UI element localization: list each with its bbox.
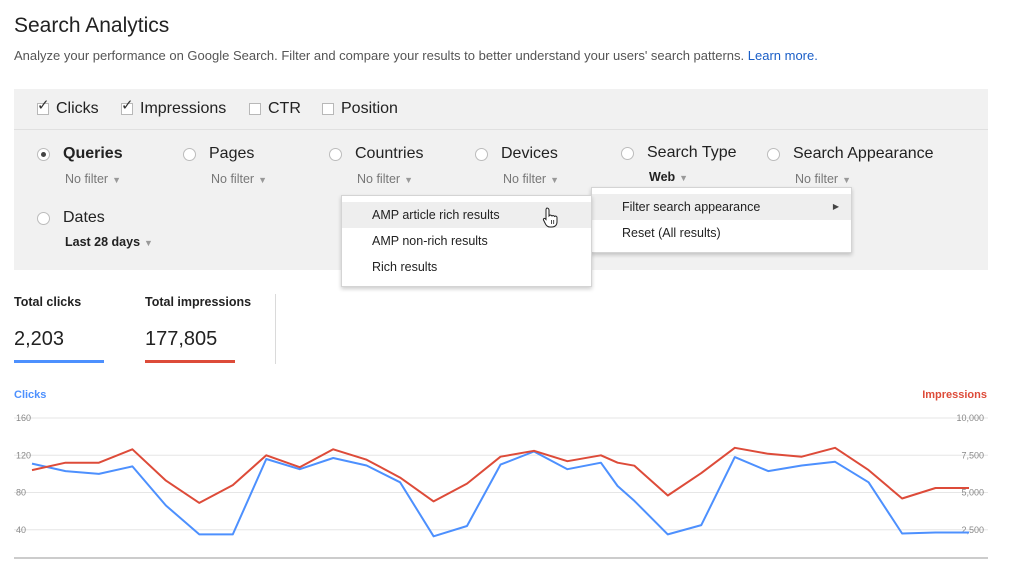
search-appearance-filter-dropdown[interactable]: No filter ▼ bbox=[795, 172, 851, 186]
metric-impressions-label: Impressions bbox=[140, 100, 227, 117]
dimension-queries[interactable]: Queries bbox=[37, 145, 123, 163]
dimension-search-appearance-label: Search Appearance bbox=[793, 145, 934, 162]
hand-cursor-icon bbox=[542, 207, 558, 228]
chevron-down-icon: ▼ bbox=[404, 174, 413, 185]
left-tick-label: 120 bbox=[16, 450, 31, 460]
queries-filter-value: No filter bbox=[65, 172, 109, 186]
devices-filter-value: No filter bbox=[503, 172, 547, 186]
radio-countries[interactable] bbox=[329, 147, 342, 161]
left-tick-label: 160 bbox=[16, 413, 31, 423]
metric-ctr-label: CTR bbox=[268, 100, 301, 117]
dates-filter-value: Last 28 days bbox=[65, 235, 141, 249]
radio-search-type[interactable] bbox=[621, 146, 634, 160]
dimension-dates-label: Dates bbox=[63, 209, 105, 226]
series-line-impressions bbox=[31, 446, 969, 504]
countries-filter-value: No filter bbox=[357, 172, 401, 186]
left-tick-label: 80 bbox=[16, 488, 26, 498]
dimension-dates[interactable]: Dates bbox=[37, 209, 105, 227]
search-type-filter-dropdown[interactable]: Web ▼ bbox=[649, 170, 688, 184]
submenu-item-rich-results[interactable]: Rich results bbox=[342, 254, 591, 280]
page-title: Search Analytics bbox=[14, 14, 170, 37]
description-text: Analyze your performance on Google Searc… bbox=[14, 48, 745, 63]
metric-impressions-checkbox[interactable]: ✓ Impressions bbox=[121, 98, 227, 118]
dimension-search-type[interactable]: Search Type bbox=[621, 144, 737, 162]
series-line-clicks bbox=[31, 450, 969, 538]
metric-ctr-checkbox[interactable]: CTR bbox=[249, 100, 301, 118]
filter-search-appearance-label: Filter search appearance bbox=[622, 200, 761, 214]
dimension-pages[interactable]: Pages bbox=[183, 145, 254, 163]
checkbox-ctr[interactable] bbox=[249, 103, 261, 115]
menu-item-reset[interactable]: Reset (All results) bbox=[592, 220, 851, 246]
metric-clicks-label: Clicks bbox=[56, 100, 99, 117]
checkbox-impressions[interactable]: ✓ bbox=[121, 98, 134, 115]
radio-dates[interactable] bbox=[37, 211, 50, 225]
menu-item-filter-search-appearance[interactable]: Filter search appearance ▶ bbox=[592, 194, 851, 220]
learn-more-link[interactable]: Learn more. bbox=[748, 48, 818, 63]
search-appearance-filter-value: No filter bbox=[795, 172, 839, 186]
rich-results-label: Rich results bbox=[372, 260, 438, 274]
chevron-down-icon: ▼ bbox=[842, 174, 851, 185]
radio-search-appearance[interactable] bbox=[767, 147, 780, 161]
dates-filter-dropdown[interactable]: Last 28 days ▼ bbox=[65, 235, 153, 249]
devices-filter-dropdown[interactable]: No filter ▼ bbox=[503, 172, 559, 186]
dimension-queries-label: Queries bbox=[63, 145, 123, 162]
radio-pages[interactable] bbox=[183, 147, 196, 161]
chevron-down-icon: ▼ bbox=[144, 237, 153, 248]
search-type-filter-value: Web bbox=[649, 170, 676, 184]
queries-filter-dropdown[interactable]: No filter ▼ bbox=[65, 172, 121, 186]
chevron-down-icon: ▼ bbox=[112, 174, 121, 185]
page-description: Analyze your performance on Google Searc… bbox=[14, 48, 818, 63]
totals-divider bbox=[275, 294, 276, 364]
countries-filter-dropdown[interactable]: No filter ▼ bbox=[357, 172, 413, 186]
total-clicks-value: 2,203 bbox=[14, 328, 65, 350]
metric-position-label: Position bbox=[341, 100, 398, 117]
submenu-arrow-icon: ▶ bbox=[832, 202, 839, 211]
radio-devices[interactable] bbox=[475, 147, 488, 161]
amp-article-rich-results-label: AMP article rich results bbox=[372, 208, 500, 222]
submenu-item-amp-non-rich-results[interactable]: AMP non-rich results bbox=[342, 228, 591, 254]
chevron-down-icon: ▼ bbox=[550, 174, 559, 185]
reset-label: Reset (All results) bbox=[622, 226, 721, 240]
dimension-search-appearance[interactable]: Search Appearance bbox=[767, 145, 934, 163]
total-impressions-label: Total impressions bbox=[145, 295, 252, 309]
chevron-down-icon: ▼ bbox=[258, 174, 267, 185]
line-chart: 160120804010,0007,5005,0002,500 bbox=[14, 413, 988, 559]
dimension-devices-label: Devices bbox=[501, 145, 558, 162]
radio-queries[interactable] bbox=[37, 147, 50, 161]
right-tick-label: 10,000 bbox=[956, 413, 984, 423]
dimension-countries[interactable]: Countries bbox=[329, 145, 423, 163]
checkbox-position[interactable] bbox=[322, 103, 334, 115]
total-impressions-indicator bbox=[145, 360, 235, 363]
total-impressions-value: 177,805 bbox=[145, 328, 218, 350]
pages-filter-dropdown[interactable]: No filter ▼ bbox=[211, 172, 267, 186]
search-appearance-menu: Filter search appearance ▶ Reset (All re… bbox=[591, 187, 852, 253]
total-clicks-indicator bbox=[14, 360, 104, 363]
dimension-countries-label: Countries bbox=[355, 145, 424, 162]
dimension-devices[interactable]: Devices bbox=[475, 145, 558, 163]
pages-filter-value: No filter bbox=[211, 172, 255, 186]
dimension-pages-label: Pages bbox=[209, 145, 255, 162]
right-tick-label: 7,500 bbox=[961, 450, 984, 460]
metric-clicks-checkbox[interactable]: ✓ Clicks bbox=[37, 98, 99, 118]
total-clicks-label: Total clicks bbox=[14, 295, 82, 309]
left-tick-label: 40 bbox=[16, 525, 26, 535]
amp-non-rich-results-label: AMP non-rich results bbox=[372, 234, 488, 248]
metric-position-checkbox[interactable]: Position bbox=[322, 100, 398, 118]
dimension-search-type-label: Search Type bbox=[647, 144, 737, 161]
chevron-down-icon: ▼ bbox=[679, 172, 689, 183]
checkbox-clicks[interactable]: ✓ bbox=[37, 98, 50, 115]
